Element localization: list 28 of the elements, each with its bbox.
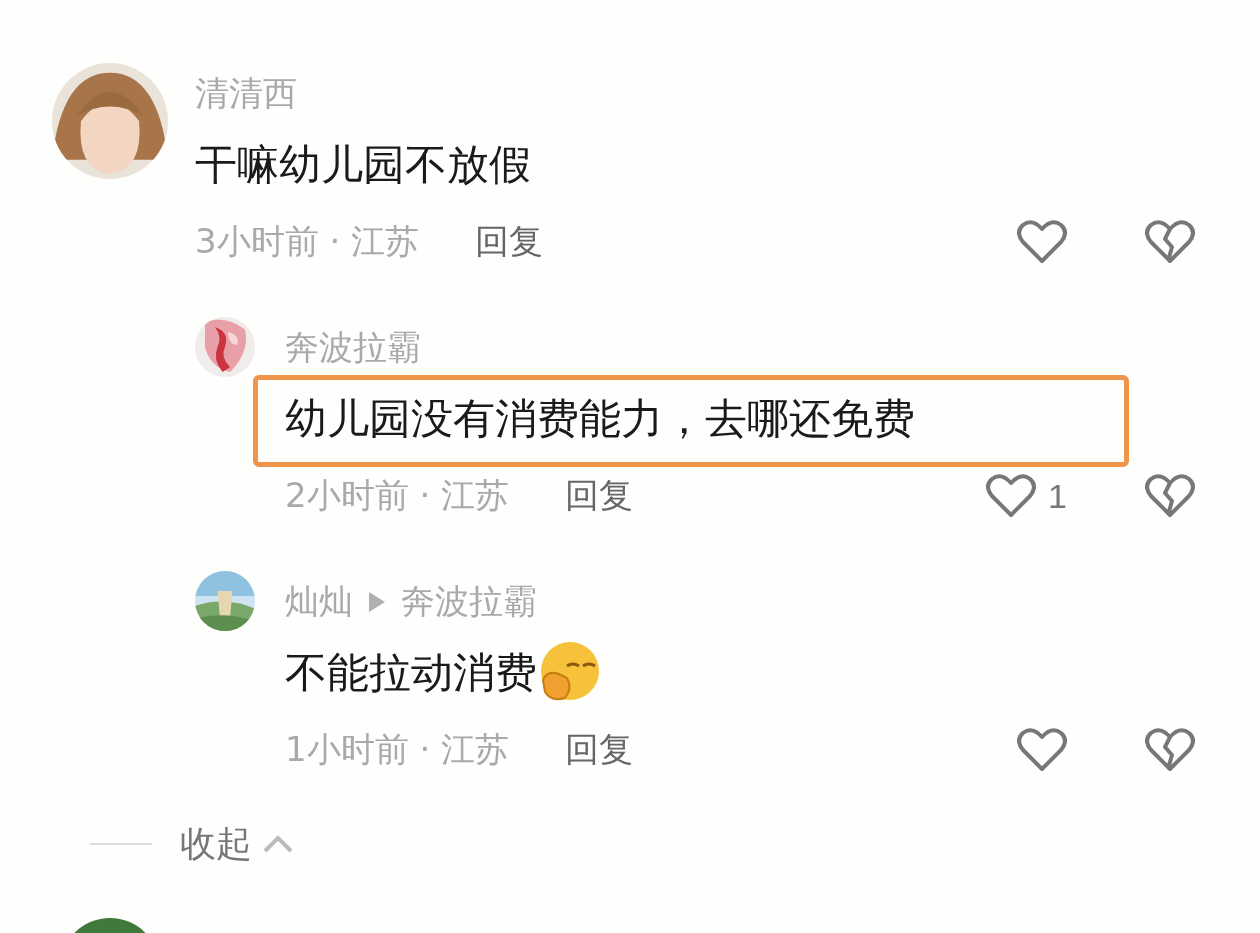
dislike-button[interactable] bbox=[1145, 473, 1195, 519]
broken-heart-icon bbox=[1145, 727, 1195, 773]
comment-time-location: 1小时前 · 江苏 bbox=[285, 728, 510, 771]
reply-to-name[interactable]: 奔波拉霸 bbox=[401, 579, 537, 625]
broken-heart-icon bbox=[1145, 219, 1195, 265]
heart-icon bbox=[1017, 727, 1067, 773]
author-name[interactable]: 清清西 bbox=[195, 71, 297, 117]
play-icon bbox=[367, 590, 387, 614]
author-name[interactable]: 奔波拉霸 bbox=[285, 325, 421, 371]
comment-text: 幼儿园没有消费能力，去哪还免费 bbox=[285, 393, 915, 445]
comment-text: 不能拉动消费 bbox=[285, 647, 537, 699]
comment-time-location: 2小时前 · 江苏 bbox=[285, 474, 510, 517]
dislike-button[interactable] bbox=[1145, 727, 1195, 773]
reply-link[interactable]: 回复 bbox=[475, 219, 544, 265]
heart-icon bbox=[1017, 219, 1067, 265]
comment-text: 干嘛幼儿园不放假 bbox=[195, 139, 531, 191]
caret-icon bbox=[262, 834, 294, 854]
like-button[interactable] bbox=[1017, 727, 1067, 773]
like-button[interactable] bbox=[1017, 219, 1067, 265]
collapse-button[interactable]: 收起 bbox=[180, 819, 294, 869]
author-name[interactable]: 灿灿 bbox=[285, 579, 353, 625]
reply-link[interactable]: 回复 bbox=[565, 473, 634, 519]
reply-link[interactable]: 回复 bbox=[565, 727, 634, 773]
like-button[interactable]: 1 bbox=[986, 473, 1067, 519]
comment-time-location: 3小时前 · 江苏 bbox=[195, 220, 420, 263]
heart-icon bbox=[986, 473, 1037, 519]
dislike-button[interactable] bbox=[1145, 219, 1195, 265]
broken-heart-icon bbox=[1145, 473, 1195, 519]
